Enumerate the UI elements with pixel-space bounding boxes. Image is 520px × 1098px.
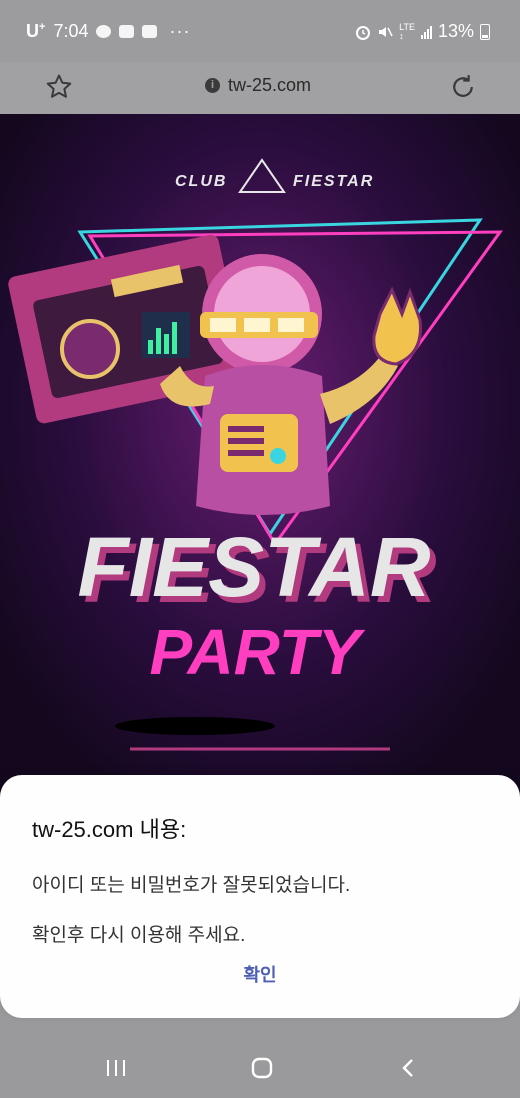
battery-icon [480,23,490,40]
pay-notification-icon [142,25,158,38]
poster-title: FIESTAR [77,520,430,614]
reload-icon [453,75,473,97]
poster-subtitle: PARTY [150,616,366,688]
reload-button[interactable] [448,72,478,102]
battery-percent: 13% [437,21,474,41]
url-text: tw-25.com [228,75,312,95]
dialog-title: tw-25.com 내용: [32,817,187,842]
redaction-mark [115,717,275,735]
back-button[interactable] [388,1050,428,1086]
status-right: LTE ↕ 13% [355,21,490,42]
back-icon [402,1059,413,1077]
recent-apps-icon [107,1060,125,1076]
home-icon [251,1057,273,1079]
poster-artwork: CLUB FIESTAR FIESTAR FIESTAR PARTY [0,114,520,834]
signal-icon [420,25,432,39]
dialog-message-line1: 아이디 또는 비밀번호가 잘못되었습니다. [32,875,351,896]
system-navigation-bar [0,1040,520,1098]
party-poster-image: CLUB FIESTAR FIESTAR FIESTAR PARTY [0,114,520,834]
gallery-notification-icon [119,25,135,38]
alarm-icon [356,25,371,40]
talk-notification-icon [96,25,112,38]
alert-dialog: tw-25.com 내용: 아이디 또는 비밀번호가 잘못되었습니다. 확인후 … [0,775,520,1018]
home-button[interactable] [242,1050,282,1086]
club-label-right: FIESTAR [293,173,374,190]
recent-apps-button[interactable] [96,1050,136,1086]
site-info-icon[interactable]: i [205,78,220,93]
confirm-button[interactable]: 확인 [226,957,294,991]
status-bar: U+ 7:04 ··· LTE ↕ 13% [0,0,520,62]
dialog-message-line2: 확인후 다시 이용해 주세요. [32,925,246,946]
browser-address-bar: i tw-25.com [0,62,520,114]
carrier-label: U+ [26,21,46,41]
mute-icon [379,26,393,37]
lte-indicator: LTE ↕ [399,21,415,41]
bookmark-star-button[interactable] [44,72,74,102]
club-label-left: CLUB [175,173,227,190]
url-field[interactable]: i tw-25.com [205,75,311,96]
status-left: U+ 7:04 ··· [26,21,190,42]
star-icon [46,74,72,98]
clock: 7:04 [53,21,89,41]
more-notifications-icon: ··· [169,21,191,41]
